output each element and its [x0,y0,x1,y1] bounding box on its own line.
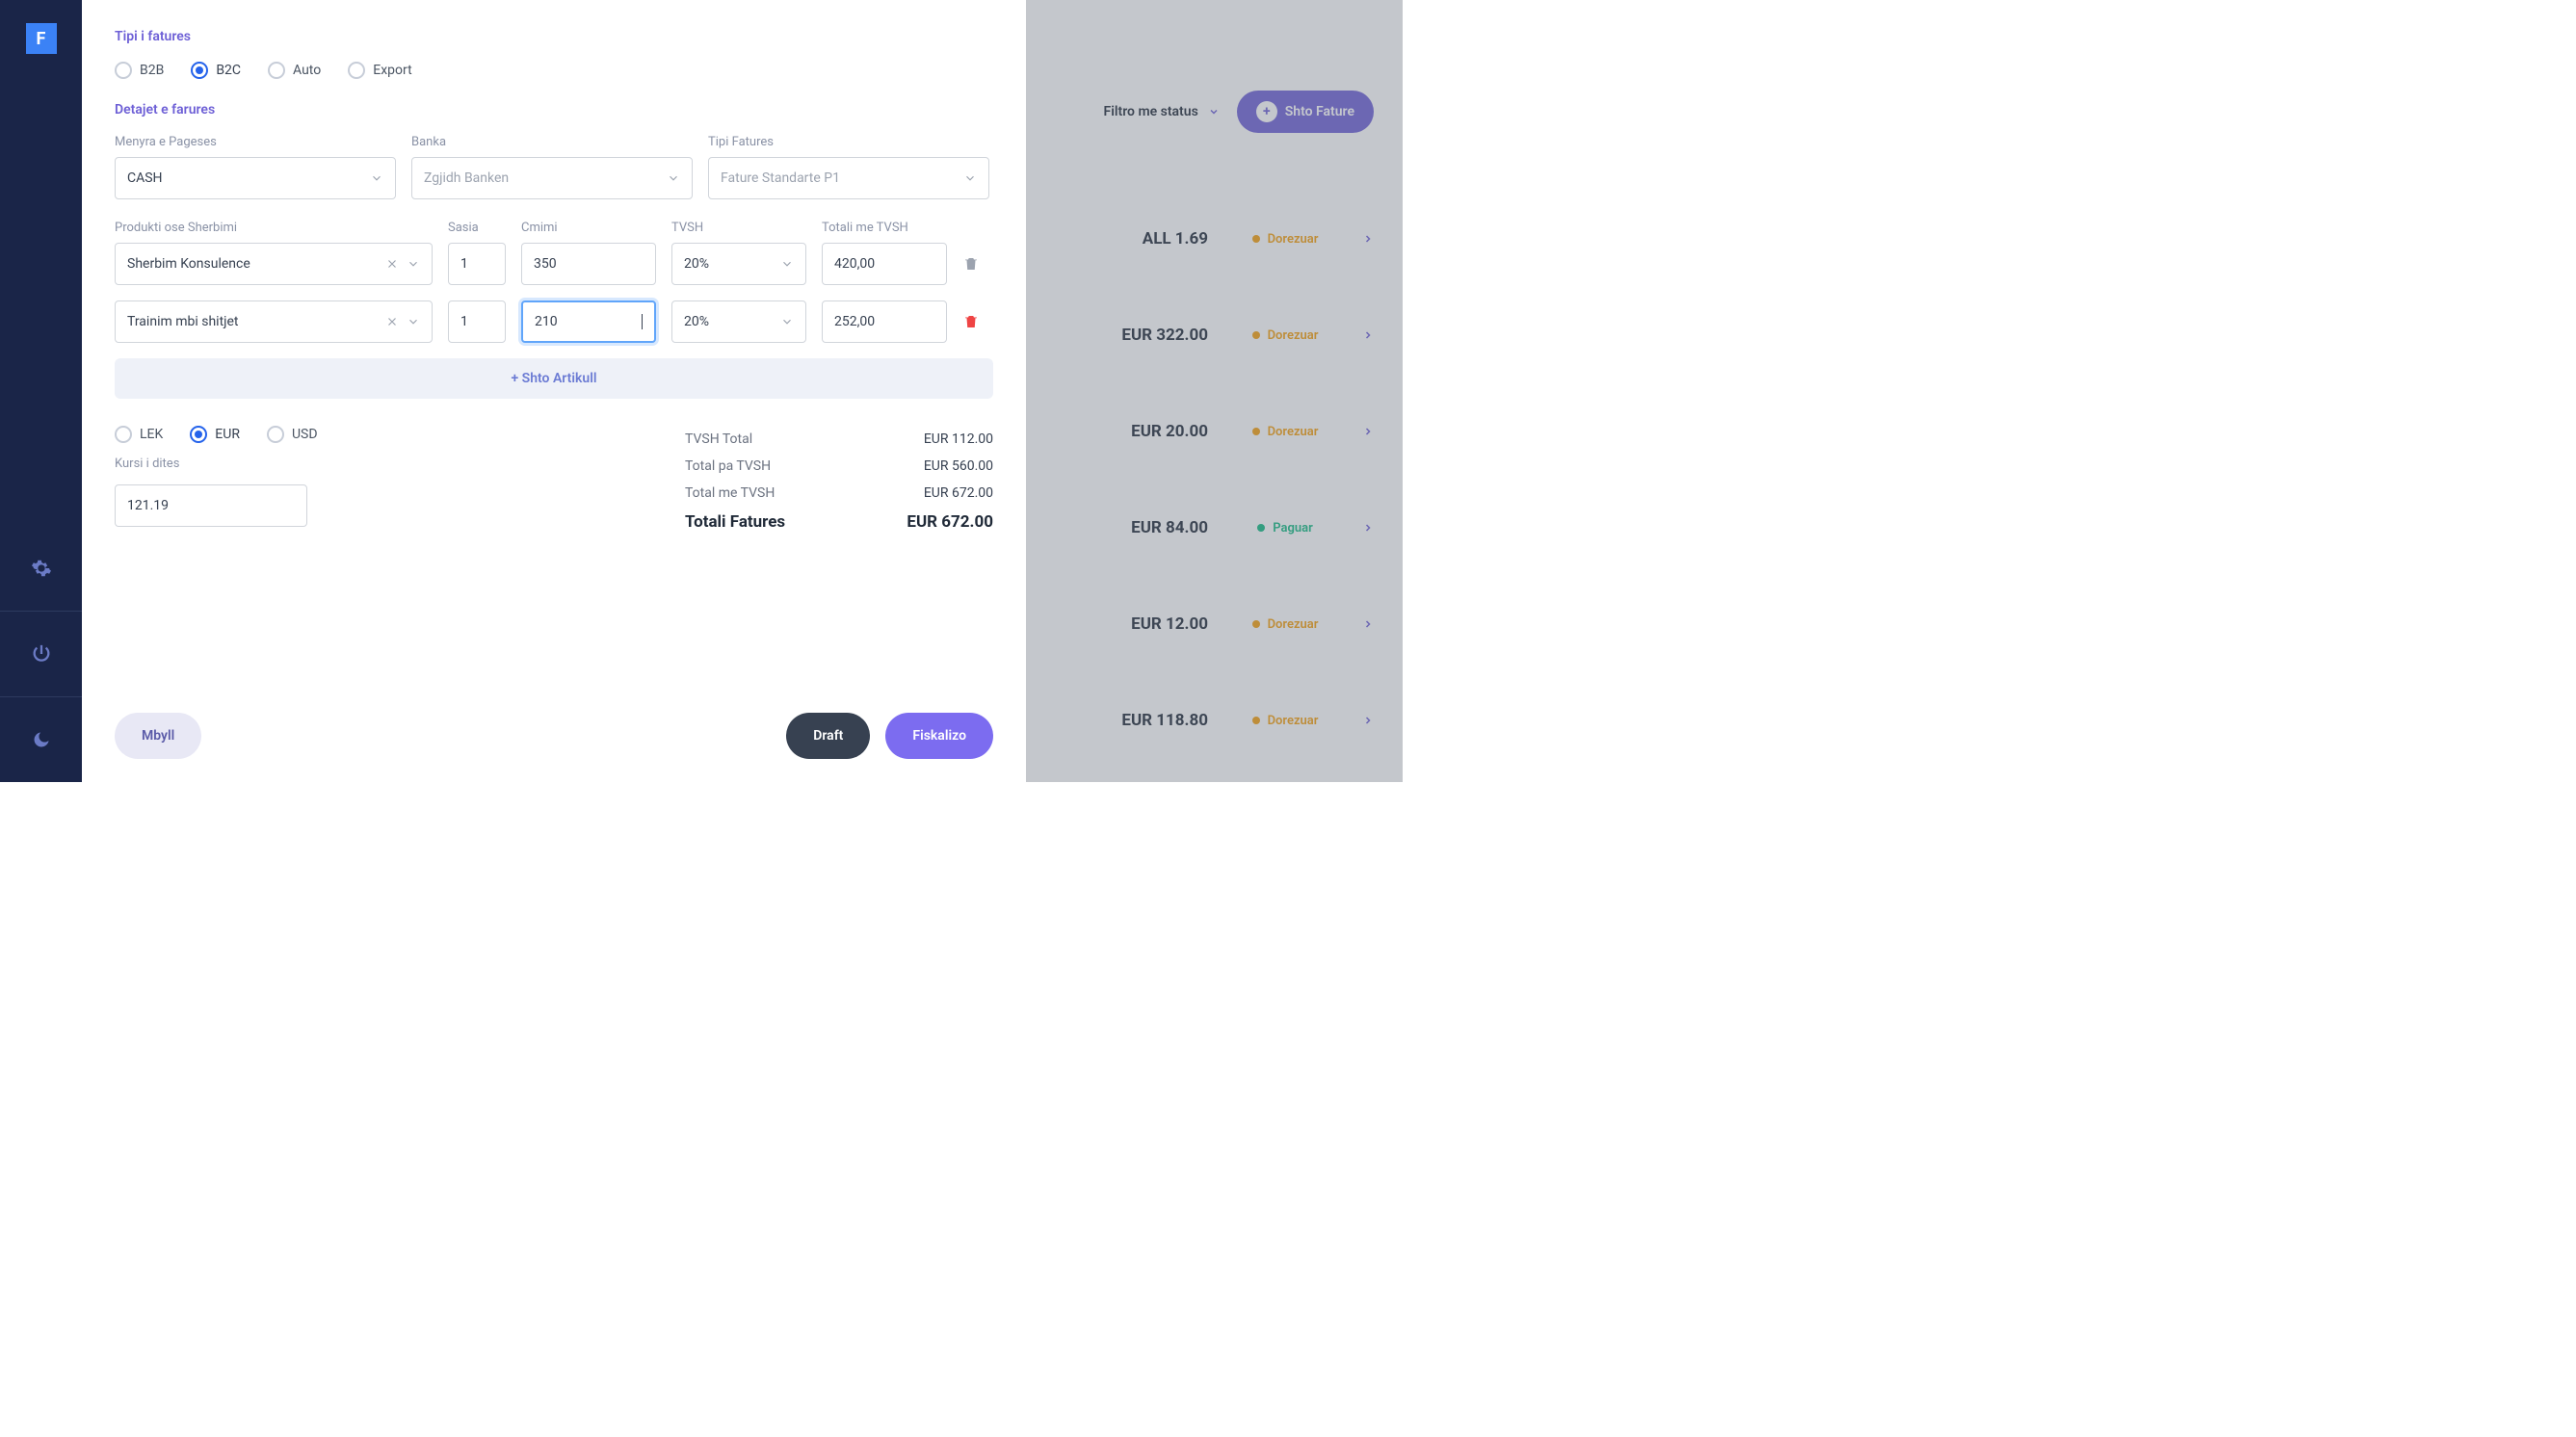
line-item: Sherbim Konsulence 1 350 20% 420,00 [115,243,993,285]
chevron-right-icon [1362,426,1374,437]
status-badge: Dorezuar [1227,704,1343,738]
radio-type-b2c[interactable]: B2C [191,62,241,79]
chevron-down-icon [963,171,977,185]
radio-currency-usd[interactable]: USD [267,426,318,443]
status-badge: Paguar [1227,511,1343,545]
invoice-amount: EUR 322.00 [1092,326,1208,345]
invoice-type-label: Tipi Fatures [708,135,989,149]
currency-radios: LEK EUR USD [115,426,318,443]
details-title: Detajet e farures [115,102,993,118]
invoice-type-select[interactable]: Fature Standarte P1 [708,157,989,199]
delete-line-icon[interactable] [962,313,982,330]
radio-type-export[interactable]: Export [348,62,411,79]
sidebar: F [0,0,82,782]
chevron-down-icon [407,315,420,328]
close-button[interactable]: Mbyll [115,713,201,759]
chevron-right-icon [1362,233,1374,245]
invoice-list-row[interactable]: EUR 12.00 Dorezuar [1051,576,1374,672]
rate-label: Kursi i dites [115,457,318,471]
chevron-right-icon [1362,329,1374,341]
app-logo: F [26,23,57,54]
total-line: Total pa TVSHEUR 560.00 [685,453,993,480]
price-input[interactable]: 350 [521,243,656,285]
clear-icon[interactable] [385,315,399,328]
chevron-right-icon [1362,618,1374,630]
radio-currency-eur[interactable]: EUR [190,426,240,443]
chevron-down-icon [667,171,680,185]
product-select[interactable]: Sherbim Konsulence [115,243,433,285]
chevron-down-icon [1208,106,1220,118]
chevron-down-icon [370,171,383,185]
chevron-down-icon [780,257,794,271]
line-total[interactable]: 252,00 [822,300,947,343]
invoice-modal: Tipi i fatures B2B B2C Auto Export Detaj… [82,0,1026,782]
moon-icon[interactable] [0,697,82,782]
line-item: Trainim mbi shitjet 1 210 20% 252,00 [115,300,993,343]
chevron-right-icon [1362,522,1374,534]
line-total[interactable]: 420,00 [822,243,947,285]
status-badge: Dorezuar [1227,608,1343,641]
total-line: Total me TVSHEUR 672.00 [685,480,993,507]
clear-icon[interactable] [385,257,399,271]
fiscalize-button[interactable]: Fiskalizo [885,713,993,759]
invoice-amount: EUR 84.00 [1092,518,1208,537]
status-badge: Dorezuar [1227,415,1343,449]
add-article-button[interactable]: + Shto Artikull [115,358,993,399]
qty-input[interactable]: 1 [448,243,506,285]
invoice-amount: ALL 1.69 [1092,229,1208,248]
chevron-down-icon [407,257,420,271]
col-product: Produkti ose Sherbimi [115,221,433,235]
delete-line-icon[interactable] [962,255,982,273]
qty-input[interactable]: 1 [448,300,506,343]
invoice-list-row[interactable]: EUR 322.00 Dorezuar [1051,287,1374,383]
invoice-type-radios: B2B B2C Auto Export [115,62,993,79]
invoice-type-title: Tipi i fatures [115,29,993,44]
vat-select[interactable]: 20% [671,300,806,343]
bank-select[interactable]: Zgjidh Banken [411,157,693,199]
filter-dropdown[interactable]: Filtro me status [1104,104,1220,119]
invoice-amount: EUR 118.80 [1092,711,1208,730]
col-total: Totali me TVSH [822,221,947,235]
grand-total: Totali FaturesEUR 672.00 [685,507,993,537]
invoice-amount: EUR 12.00 [1092,614,1208,634]
radio-type-auto[interactable]: Auto [268,62,321,79]
draft-button[interactable]: Draft [786,713,870,759]
vat-select[interactable]: 20% [671,243,806,285]
settings-icon[interactable] [0,526,82,611]
chevron-right-icon [1362,715,1374,726]
invoice-list-row[interactable]: EUR 20.00 Dorezuar [1051,383,1374,480]
invoice-list-row[interactable]: EUR 118.80 Dorezuar [1051,672,1374,769]
col-price: Cmimi [521,221,656,235]
plus-icon: + [1256,101,1277,122]
chevron-down-icon [780,315,794,328]
col-vat: TVSH [671,221,806,235]
radio-type-b2b[interactable]: B2B [115,62,164,79]
rate-input[interactable]: 121.19 [115,484,307,527]
invoice-list-row[interactable]: ALL 1.69 Dorezuar [1051,191,1374,287]
invoice-list-row[interactable]: EUR 84.00 Paguar [1051,480,1374,576]
invoice-list-background: Filtro me status + Shto Fature ALL 1.69 … [1022,0,1403,782]
product-select[interactable]: Trainim mbi shitjet [115,300,433,343]
radio-currency-lek[interactable]: LEK [115,426,163,443]
add-invoice-button[interactable]: + Shto Fature [1237,91,1374,133]
payment-method-label: Menyra e Pageses [115,135,396,149]
status-badge: Dorezuar [1227,319,1343,353]
price-input[interactable]: 210 [521,300,656,343]
bank-label: Banka [411,135,693,149]
power-icon[interactable] [0,612,82,696]
invoice-amount: EUR 20.00 [1092,422,1208,441]
status-badge: Dorezuar [1227,222,1343,256]
total-line: TVSH TotalEUR 112.00 [685,426,993,453]
payment-method-select[interactable]: CASH [115,157,396,199]
col-qty: Sasia [448,221,506,235]
